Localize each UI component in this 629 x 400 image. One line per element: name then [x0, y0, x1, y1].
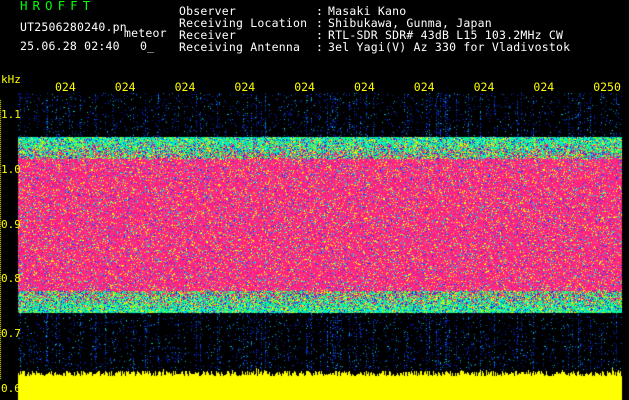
antenna-value: 3el Yagi(V) Az 330 for Vladivostok [328, 40, 571, 54]
x-tick-label: 0250 [593, 80, 621, 94]
x-tick-label: 024 [533, 80, 555, 94]
x-tick-label: 024 [473, 80, 495, 94]
y-tick-label: 1.1 [1, 107, 21, 121]
spectrogram-canvas [0, 0, 629, 400]
y-tick-label: 0.8 [1, 272, 21, 286]
y-tick-label: 0.9 [1, 217, 21, 231]
y-tick-label: 1.0 [1, 162, 21, 176]
x-tick-label: 024 [294, 80, 315, 94]
x-tick-label: 024 [354, 80, 375, 94]
y-axis-unit: kHz [1, 73, 21, 86]
y-tick-label: 0.7 [1, 327, 21, 341]
antenna-label: Receiving Antenna [179, 40, 301, 54]
y-tick-label: 0.6 [1, 382, 21, 396]
x-tick-label: 024 [234, 80, 256, 94]
time-marker: 0_ [140, 39, 155, 53]
timestamp: 25.06.28 02:40 [20, 39, 120, 53]
x-tick-label: 024 [413, 80, 435, 94]
file-name: UT2506280240.pn [20, 20, 127, 34]
x-tick-label: 024 [174, 80, 196, 94]
app-title: HROFFT [20, 0, 96, 13]
antenna-separator: : [316, 40, 324, 54]
x-tick-label: 024 [114, 80, 136, 94]
x-tick-label: 024 [55, 80, 76, 94]
mode-label: meteor [124, 26, 167, 40]
